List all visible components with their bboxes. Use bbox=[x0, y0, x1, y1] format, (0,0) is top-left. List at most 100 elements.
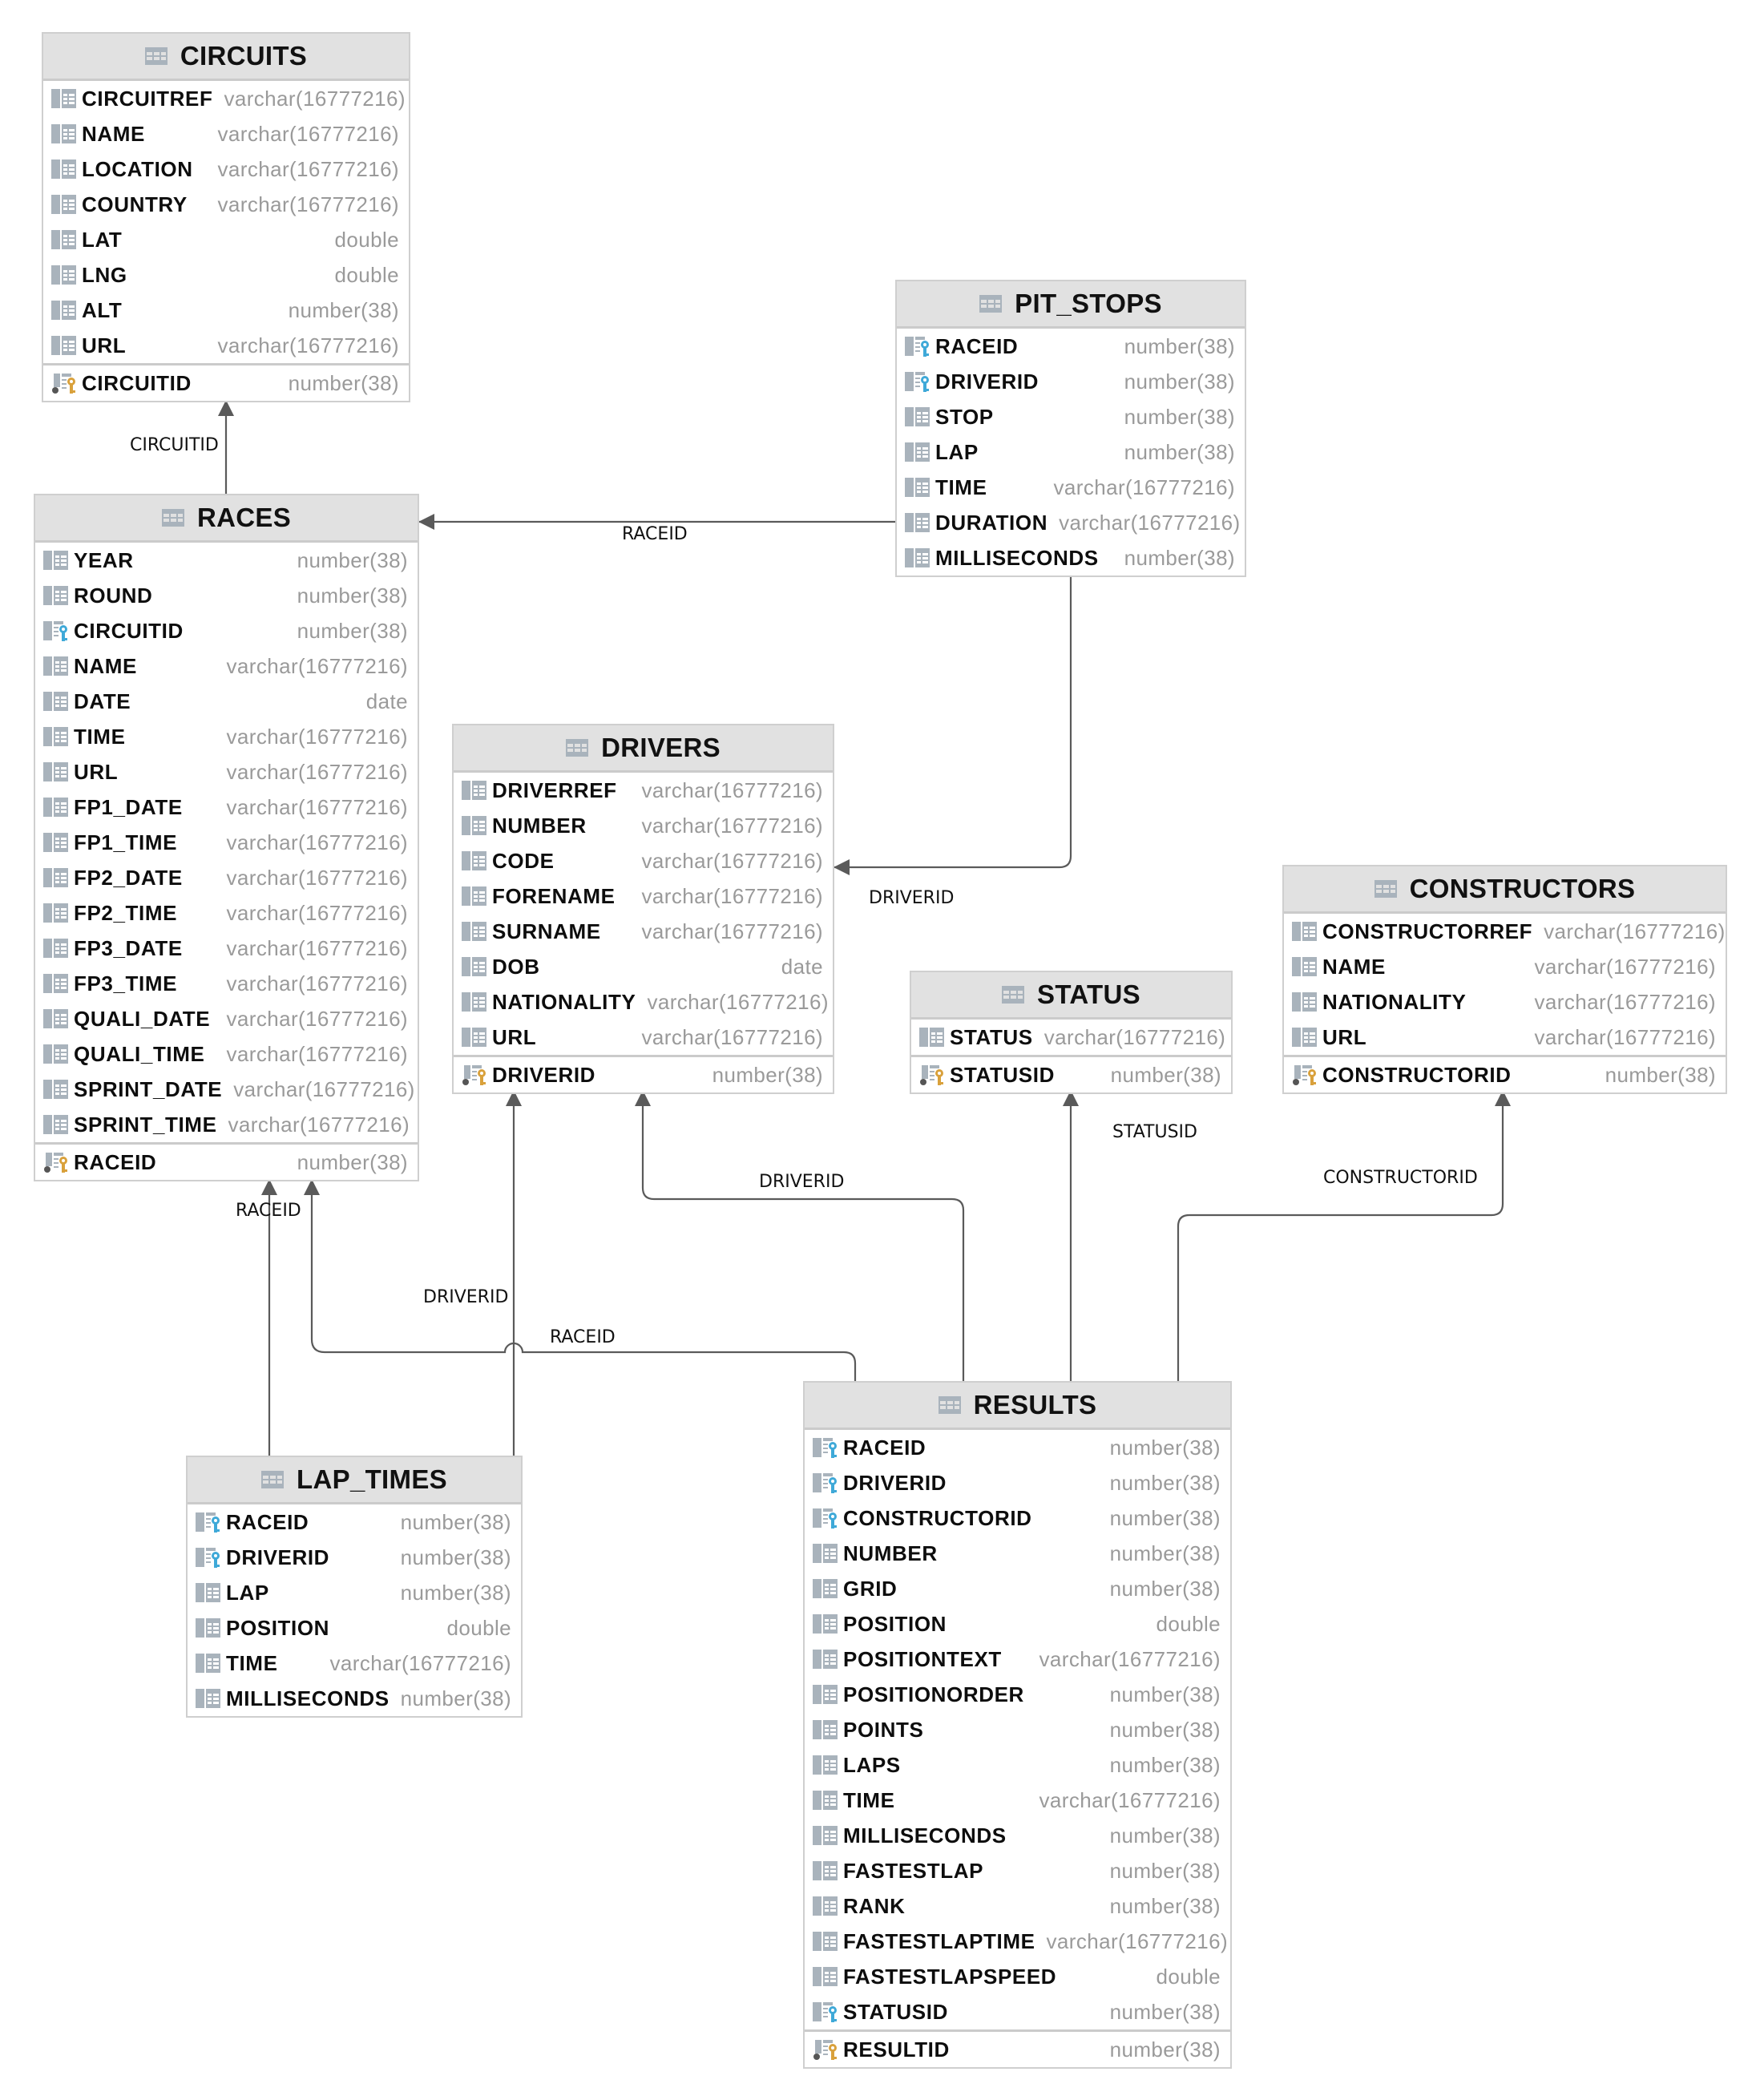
column-row[interactable]: NAME varchar(16777216) bbox=[1284, 949, 1726, 984]
column-row[interactable]: RACEID number(38) bbox=[805, 1430, 1230, 1465]
column-icon bbox=[813, 1543, 838, 1564]
edge-pitstops-drivers[interactable] bbox=[834, 574, 1072, 875]
table-races[interactable]: RACES YEAR number(38) ROUND number(38) CIRCUI… bbox=[34, 494, 419, 1181]
column-row[interactable]: LAP number(38) bbox=[897, 434, 1245, 470]
column-row[interactable]: CODE varchar(16777216) bbox=[454, 843, 833, 878]
column-row[interactable]: TIME varchar(16777216) bbox=[897, 470, 1245, 505]
column-row[interactable]: FP2_TIME varchar(16777216) bbox=[35, 895, 418, 931]
column-row[interactable]: RACEID number(38) bbox=[897, 329, 1245, 364]
column-row[interactable]: LAT double bbox=[43, 222, 409, 257]
column-row[interactable]: ROUND number(38) bbox=[35, 578, 418, 613]
column-icon bbox=[51, 265, 77, 285]
column-row[interactable]: NAME varchar(16777216) bbox=[43, 116, 409, 151]
column-row[interactable]: POSITIONTEXT varchar(16777216) bbox=[805, 1642, 1230, 1677]
column-row[interactable]: LOCATION varchar(16777216) bbox=[43, 151, 409, 187]
table-circuits[interactable]: CIRCUITS CIRCUITREF varchar(16777216) NAME v… bbox=[42, 32, 410, 402]
foreign-key-icon bbox=[813, 1508, 838, 1529]
table-header[interactable]: STATUS bbox=[911, 972, 1231, 1020]
column-row[interactable]: FP3_DATE varchar(16777216) bbox=[35, 931, 418, 966]
column-row[interactable]: DATE date bbox=[35, 684, 418, 719]
column-row[interactable]: DRIVERREF varchar(16777216) bbox=[454, 773, 833, 808]
column-row[interactable]: TIME varchar(16777216) bbox=[805, 1783, 1230, 1818]
column-row[interactable]: URL varchar(16777216) bbox=[454, 1020, 833, 1055]
column-row[interactable]: SPRINT_TIME varchar(16777216) bbox=[35, 1107, 418, 1142]
column-row[interactable]: FP1_DATE varchar(16777216) bbox=[35, 790, 418, 825]
column-row[interactable]: CONSTRUCTORID number(38) bbox=[805, 1500, 1230, 1536]
column-row[interactable]: DOB date bbox=[454, 949, 833, 984]
table-header[interactable]: RESULTS bbox=[805, 1383, 1230, 1430]
column-row[interactable]: YEAR number(38) bbox=[35, 543, 418, 578]
table-header[interactable]: DRIVERS bbox=[454, 725, 833, 773]
table-header[interactable]: CIRCUITS bbox=[43, 34, 409, 81]
column-row[interactable]: DRIVERID number(38) bbox=[188, 1540, 521, 1575]
column-row[interactable]: POSITION double bbox=[805, 1606, 1230, 1642]
column-row[interactable]: GRID number(38) bbox=[805, 1571, 1230, 1606]
column-row[interactable]: DRIVERID number(38) bbox=[897, 364, 1245, 399]
primary-key-row[interactable]: CONSTRUCTORID number(38) bbox=[1284, 1057, 1726, 1092]
column-row[interactable]: SURNAME varchar(16777216) bbox=[454, 914, 833, 949]
table-header[interactable]: CONSTRUCTORS bbox=[1284, 866, 1726, 914]
column-row[interactable]: NUMBER number(38) bbox=[805, 1536, 1230, 1571]
column-row[interactable]: ALT number(38) bbox=[43, 293, 409, 328]
table-header[interactable]: RACES bbox=[35, 495, 418, 543]
edge-results-races[interactable] bbox=[304, 1179, 857, 1381]
table-constructors[interactable]: CONSTRUCTORS CONSTRUCTORREF varchar(167772… bbox=[1282, 865, 1727, 1094]
column-row[interactable]: FORENAME varchar(16777216) bbox=[454, 878, 833, 914]
column-row[interactable]: NATIONALITY varchar(16777216) bbox=[1284, 984, 1726, 1020]
column-row[interactable]: FASTESTLAP number(38) bbox=[805, 1853, 1230, 1888]
column-row[interactable]: LAP number(38) bbox=[188, 1575, 521, 1610]
column-row[interactable]: FP2_DATE varchar(16777216) bbox=[35, 860, 418, 895]
primary-key-row[interactable]: DRIVERID number(38) bbox=[454, 1057, 833, 1092]
column-row[interactable]: MILLISECONDS number(38) bbox=[188, 1681, 521, 1716]
column-row[interactable]: POSITIONORDER number(38) bbox=[805, 1677, 1230, 1712]
column-row[interactable]: CIRCUITREF varchar(16777216) bbox=[43, 81, 409, 116]
table-pit-stops[interactable]: PIT_STOPS RACEID number(38) DRIVERID number(… bbox=[895, 280, 1246, 577]
column-row[interactable]: STATUS varchar(16777216) bbox=[911, 1020, 1231, 1055]
column-row[interactable]: QUALI_DATE varchar(16777216) bbox=[35, 1001, 418, 1036]
primary-key-row[interactable]: STATUSID number(38) bbox=[911, 1057, 1231, 1092]
column-row[interactable]: STOP number(38) bbox=[897, 399, 1245, 434]
table-header[interactable]: PIT_STOPS bbox=[897, 281, 1245, 329]
column-row[interactable]: DURATION varchar(16777216) bbox=[897, 505, 1245, 540]
column-row[interactable]: NATIONALITY varchar(16777216) bbox=[454, 984, 833, 1020]
column-row[interactable]: SPRINT_DATE varchar(16777216) bbox=[35, 1072, 418, 1107]
column-row[interactable]: URL varchar(16777216) bbox=[35, 754, 418, 790]
column-row[interactable]: FASTESTLAPSPEED double bbox=[805, 1959, 1230, 1994]
column-row[interactable]: URL varchar(16777216) bbox=[43, 328, 409, 363]
table-header[interactable]: LAP_TIMES bbox=[188, 1457, 521, 1504]
column-row[interactable]: QUALI_TIME varchar(16777216) bbox=[35, 1036, 418, 1072]
table-results[interactable]: RESULTS RACEID number(38) DRIVERID number(38… bbox=[803, 1381, 1232, 2069]
column-row[interactable]: MILLISECONDS number(38) bbox=[897, 540, 1245, 575]
column-type: number(38) bbox=[1109, 1435, 1221, 1460]
column-row[interactable]: FASTESTLAPTIME varchar(16777216) bbox=[805, 1924, 1230, 1959]
column-row[interactable]: TIME varchar(16777216) bbox=[188, 1646, 521, 1681]
column-row[interactable]: URL varchar(16777216) bbox=[1284, 1020, 1726, 1055]
column-list: CIRCUITREF varchar(16777216) NAME varchar(1… bbox=[43, 81, 409, 363]
edge-results-drivers[interactable] bbox=[635, 1090, 965, 1381]
column-row[interactable]: LNG double bbox=[43, 257, 409, 293]
column-row[interactable]: LAPS number(38) bbox=[805, 1747, 1230, 1783]
column-row[interactable]: NAME varchar(16777216) bbox=[35, 648, 418, 684]
column-row[interactable]: CIRCUITID number(38) bbox=[35, 613, 418, 648]
table-status[interactable]: STATUS STATUS varchar(16777216) STATUSID num… bbox=[910, 971, 1233, 1094]
column-row[interactable]: RACEID number(38) bbox=[188, 1504, 521, 1540]
column-row[interactable]: POSITION double bbox=[188, 1610, 521, 1646]
column-row[interactable]: TIME varchar(16777216) bbox=[35, 719, 418, 754]
column-row[interactable]: RANK number(38) bbox=[805, 1888, 1230, 1924]
column-row[interactable]: COUNTRY varchar(16777216) bbox=[43, 187, 409, 222]
column-row[interactable]: FP1_TIME varchar(16777216) bbox=[35, 825, 418, 860]
column-row[interactable]: MILLISECONDS number(38) bbox=[805, 1818, 1230, 1853]
column-row[interactable]: CONSTRUCTORREF varchar(16777216) bbox=[1284, 914, 1726, 949]
primary-key-row[interactable]: RACEID number(38) bbox=[35, 1145, 418, 1180]
primary-key-row[interactable]: CIRCUITID number(38) bbox=[43, 365, 409, 401]
primary-key-row[interactable]: RESULTID number(38) bbox=[805, 2032, 1230, 2067]
column-row[interactable]: STATUSID number(38) bbox=[805, 1994, 1230, 2029]
column-row[interactable]: FP3_TIME varchar(16777216) bbox=[35, 966, 418, 1001]
primary-key-section: STATUSID number(38) bbox=[911, 1055, 1231, 1092]
column-row[interactable]: POINTS number(38) bbox=[805, 1712, 1230, 1747]
table-lap-times[interactable]: LAP_TIMES RACEID number(38) DRIVERID number(… bbox=[186, 1456, 523, 1718]
table-drivers[interactable]: DRIVERS DRIVERREF varchar(16777216) NUMBER v… bbox=[452, 724, 834, 1094]
edge-results-constructors[interactable] bbox=[1177, 1090, 1511, 1381]
column-row[interactable]: DRIVERID number(38) bbox=[805, 1465, 1230, 1500]
column-row[interactable]: NUMBER varchar(16777216) bbox=[454, 808, 833, 843]
